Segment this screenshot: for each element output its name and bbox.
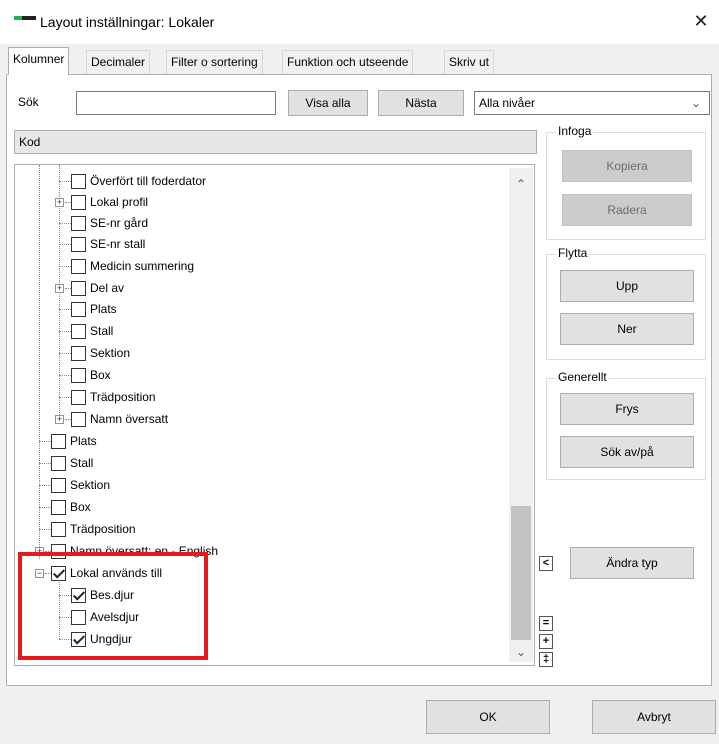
move-down-button[interactable]: Ner (560, 313, 694, 345)
tree-scrollbar[interactable]: ⌃ ⌄ (509, 168, 533, 662)
tree-item[interactable]: SE-nr stall (15, 234, 495, 254)
tab-kolumner[interactable]: Kolumner (8, 47, 70, 75)
tree-item[interactable]: Plats (15, 299, 495, 319)
tab-funktion-och-utseende[interactable]: Funktion och utseende (282, 50, 414, 74)
tree-item[interactable]: Trädposition (15, 387, 495, 407)
tree-item[interactable]: Box (15, 365, 495, 385)
freeze-button[interactable]: Frys (560, 393, 694, 425)
tree-column-header[interactable]: Kod (14, 130, 537, 154)
next-button[interactable]: Nästa (378, 90, 464, 116)
expand-collapse-button[interactable]: ‡ (539, 652, 553, 667)
checkbox[interactable] (71, 412, 86, 427)
scroll-down-icon[interactable]: ⌄ (509, 642, 533, 662)
scroll-thumb[interactable] (511, 506, 531, 640)
tree-item[interactable]: Stall (15, 321, 495, 341)
tree-item[interactable]: + Lokal profil (15, 192, 495, 212)
checkbox[interactable] (71, 259, 86, 274)
checkbox[interactable] (71, 368, 86, 383)
scroll-up-icon[interactable]: ⌃ (509, 174, 533, 194)
collapse-left-icon[interactable]: < (539, 556, 553, 571)
checkbox[interactable] (51, 456, 66, 471)
chevron-down-icon: ⌄ (690, 96, 701, 110)
search-label: Sök (18, 95, 39, 109)
checkbox[interactable] (51, 478, 66, 493)
checkbox[interactable] (71, 237, 86, 252)
checkbox[interactable] (71, 281, 86, 296)
level-select[interactable]: Alla nivåer ⌄ (474, 91, 710, 115)
tree-item[interactable]: Stall (15, 453, 495, 473)
tree-item[interactable]: Box (15, 497, 495, 517)
checkbox[interactable] (71, 302, 86, 317)
expand-plus-icon[interactable]: + (55, 284, 64, 293)
checkbox[interactable] (71, 324, 86, 339)
close-icon[interactable]: ✕ (690, 10, 712, 32)
expand-plus-icon[interactable]: + (55, 415, 64, 424)
copy-button[interactable]: Kopiera (562, 150, 692, 182)
checkbox[interactable] (51, 500, 66, 515)
checkbox[interactable] (71, 346, 86, 361)
checkbox[interactable] (51, 434, 66, 449)
app-icon (14, 16, 36, 26)
flytta-title: Flytta (556, 246, 590, 260)
tree-item[interactable]: Sektion (15, 475, 495, 495)
tab-skriv-ut[interactable]: Skriv ut (444, 50, 495, 74)
tree-item[interactable]: + Del av (15, 278, 495, 298)
tree-item[interactable]: Överfört till foderdator (15, 171, 495, 191)
highlight-box (18, 552, 208, 660)
checkbox[interactable] (71, 195, 86, 210)
tree-item[interactable]: + Namn översatt (15, 409, 495, 429)
level-select-value: Alla nivåer (479, 96, 536, 110)
ok-button[interactable]: OK (426, 700, 550, 734)
checkbox[interactable] (51, 522, 66, 537)
generellt-title: Generellt (556, 370, 609, 384)
change-type-button[interactable]: Ändra typ (570, 547, 694, 579)
window-title: Layout inställningar: Lokaler (40, 14, 215, 30)
cancel-button[interactable]: Avbryt (592, 700, 716, 734)
expand-plus-icon[interactable]: + (55, 198, 64, 207)
title-bar: Layout inställningar: Lokaler ✕ (0, 0, 719, 44)
infoga-title: Infoga (556, 124, 594, 138)
move-up-button[interactable]: Upp (560, 270, 694, 302)
search-input[interactable] (76, 91, 276, 115)
tree-item[interactable]: Trädposition (15, 519, 495, 539)
tree-item[interactable]: Sektion (15, 343, 495, 363)
equals-button[interactable]: = (539, 616, 553, 631)
tree-item[interactable]: Medicin summering (15, 256, 495, 276)
plus-button[interactable]: + (539, 634, 553, 649)
checkbox[interactable] (71, 390, 86, 405)
checkbox[interactable] (71, 216, 86, 231)
checkbox[interactable] (71, 174, 86, 189)
show-all-button[interactable]: Visa alla (288, 90, 368, 116)
tree-item[interactable]: Plats (15, 431, 495, 451)
search-toggle-button[interactable]: Sök av/på (560, 436, 694, 468)
tab-decimaler[interactable]: Decimaler (86, 50, 151, 74)
tab-filter-o-sortering[interactable]: Filter o sortering (166, 50, 263, 74)
tree-item[interactable]: SE-nr gård (15, 213, 495, 233)
delete-button[interactable]: Radera (562, 194, 692, 226)
